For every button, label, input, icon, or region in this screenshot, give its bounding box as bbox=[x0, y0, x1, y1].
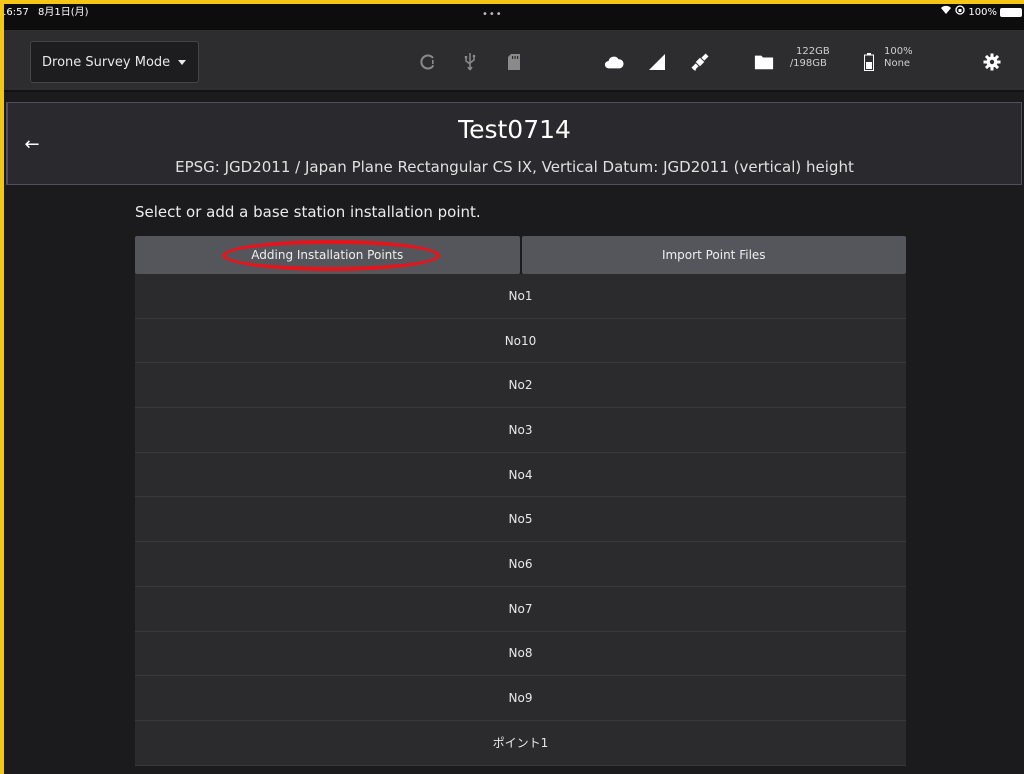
storage-used-text: 122GB bbox=[796, 46, 830, 57]
mode-dropdown-label: Drone Survey Mode bbox=[42, 54, 171, 70]
list-item-label: No5 bbox=[508, 512, 533, 527]
folder-icon[interactable] bbox=[754, 52, 774, 72]
battery-icon bbox=[1000, 8, 1022, 17]
multitask-dots[interactable]: ••• bbox=[482, 6, 503, 23]
project-crs-info: EPSG: JGD2011 / Japan Plane Rectangular … bbox=[175, 158, 854, 176]
list-item-label: No10 bbox=[504, 333, 537, 348]
gps-status-icon[interactable] bbox=[418, 52, 438, 72]
action-tabs: Adding Installation Points Import Point … bbox=[135, 236, 906, 274]
list-item-label: No3 bbox=[508, 422, 533, 437]
toolbar: Drone Survey Mode 122GB /198GB 100% None bbox=[4, 30, 1024, 92]
mode-dropdown[interactable]: Drone Survey Mode bbox=[30, 41, 199, 83]
instruction-text: Select or add a base station installatio… bbox=[135, 203, 481, 221]
list-item[interactable]: No4 bbox=[135, 452, 906, 498]
installation-point-list: No1 No10 No2 No3 No4 No5 No6 No7 No8 No9… bbox=[135, 274, 906, 766]
list-item-label: No9 bbox=[508, 691, 533, 706]
status-bar: 16:57 8月1日(月) ••• 100% bbox=[4, 4, 1024, 30]
battery-info: 100% None bbox=[884, 46, 913, 70]
list-item[interactable]: No8 bbox=[135, 631, 906, 677]
list-item[interactable]: No7 bbox=[135, 586, 906, 632]
list-item-label: No1 bbox=[508, 288, 533, 303]
list-item[interactable]: No6 bbox=[135, 542, 906, 587]
app-frame: 16:57 8月1日(月) ••• 100% Drone Survey Mode bbox=[4, 4, 1024, 774]
storage-total-text: /198GB bbox=[789, 58, 827, 69]
status-time-text: 16:57 bbox=[4, 7, 29, 18]
battery-state: None bbox=[884, 58, 911, 69]
project-title: Test0714 bbox=[458, 115, 571, 144]
status-right: 100% bbox=[940, 4, 1022, 21]
battery-icon[interactable] bbox=[859, 52, 879, 72]
battery-percent-text: 100% bbox=[968, 7, 997, 18]
list-item[interactable]: ポイント1 bbox=[135, 720, 906, 766]
list-item[interactable]: No10 bbox=[135, 318, 906, 364]
battery-percent: 100% bbox=[884, 46, 913, 57]
list-item[interactable]: No1 bbox=[135, 274, 906, 319]
caret-down-icon bbox=[178, 59, 187, 65]
list-item-label: No6 bbox=[508, 556, 533, 571]
usb-icon[interactable] bbox=[460, 52, 480, 72]
list-item-label: No7 bbox=[508, 601, 533, 616]
signal-icon[interactable] bbox=[647, 52, 667, 72]
list-item[interactable]: No2 bbox=[135, 363, 906, 409]
list-item-label: ポイント1 bbox=[492, 736, 549, 751]
wifi-icon bbox=[940, 4, 952, 21]
list-item-label: No4 bbox=[508, 467, 533, 482]
import-point-files-label: Import Point Files bbox=[661, 248, 766, 262]
cloud-icon[interactable] bbox=[604, 52, 624, 72]
list-item[interactable]: No3 bbox=[135, 408, 906, 453]
sd-card-icon[interactable] bbox=[504, 52, 524, 72]
orientation-lock-icon bbox=[955, 4, 966, 21]
list-item-label: No2 bbox=[508, 378, 533, 393]
satellite-icon[interactable] bbox=[690, 52, 710, 72]
list-item[interactable]: No5 bbox=[135, 497, 906, 543]
highlight-circle-annotation bbox=[222, 240, 440, 271]
list-item[interactable]: No9 bbox=[135, 676, 906, 721]
storage-info: 122GB /198GB bbox=[787, 46, 830, 70]
project-header: ← Test0714 EPSG: JGD2011 / Japan Plane R… bbox=[6, 102, 1022, 185]
add-installation-points-button[interactable]: Adding Installation Points bbox=[135, 236, 520, 274]
import-point-files-button[interactable]: Import Point Files bbox=[521, 236, 906, 274]
list-item-label: No8 bbox=[508, 646, 533, 661]
gear-icon[interactable] bbox=[982, 52, 1002, 72]
status-time: 16:57 8月1日(月) bbox=[4, 4, 89, 21]
status-date-text: 8月1日(月) bbox=[38, 7, 89, 18]
